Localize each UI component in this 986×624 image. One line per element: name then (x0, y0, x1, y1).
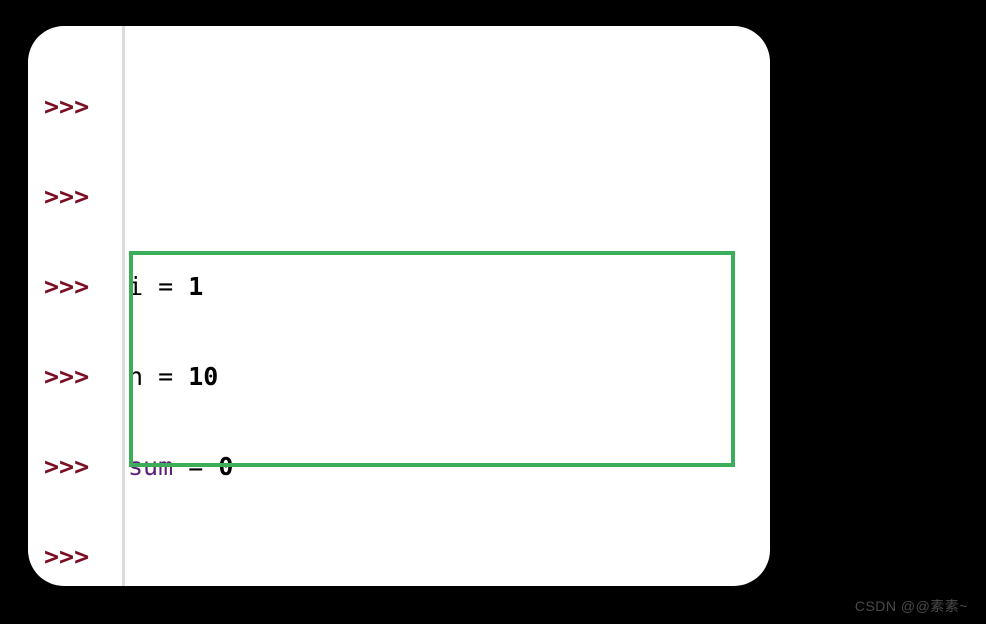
code-card: >>> >>> >>> i = 1 >>> n = 10 >>> sum = 0 >>… (28, 26, 770, 586)
prompt: >>> (44, 92, 110, 122)
var-sum: sum (128, 452, 173, 481)
num-1: 1 (188, 272, 203, 301)
watermark: CSDN @@素素~ (855, 596, 968, 616)
op-eq: = (188, 452, 203, 481)
prompt: >>> (44, 542, 110, 572)
num-10: 10 (188, 362, 218, 391)
prompt: >>> (44, 452, 110, 482)
prompt: >>> (44, 272, 110, 302)
code-block: >>> >>> >>> i = 1 >>> n = 10 >>> sum = 0 >>… (44, 32, 674, 586)
repl-line: >>> sum = 0 (44, 452, 674, 482)
repl-line: >>> (44, 92, 674, 122)
var-i: i (128, 272, 143, 301)
prompt: >>> (44, 362, 110, 392)
repl-line: >>> n = 10 (44, 362, 674, 392)
var-n: n (128, 362, 143, 391)
op-eq: = (158, 272, 173, 301)
prompt: >>> (44, 182, 110, 212)
repl-line: >>> (44, 542, 674, 572)
repl-line: >>> (44, 182, 674, 212)
op-eq: = (158, 362, 173, 391)
num-0: 0 (218, 452, 233, 481)
repl-line: >>> i = 1 (44, 272, 674, 302)
